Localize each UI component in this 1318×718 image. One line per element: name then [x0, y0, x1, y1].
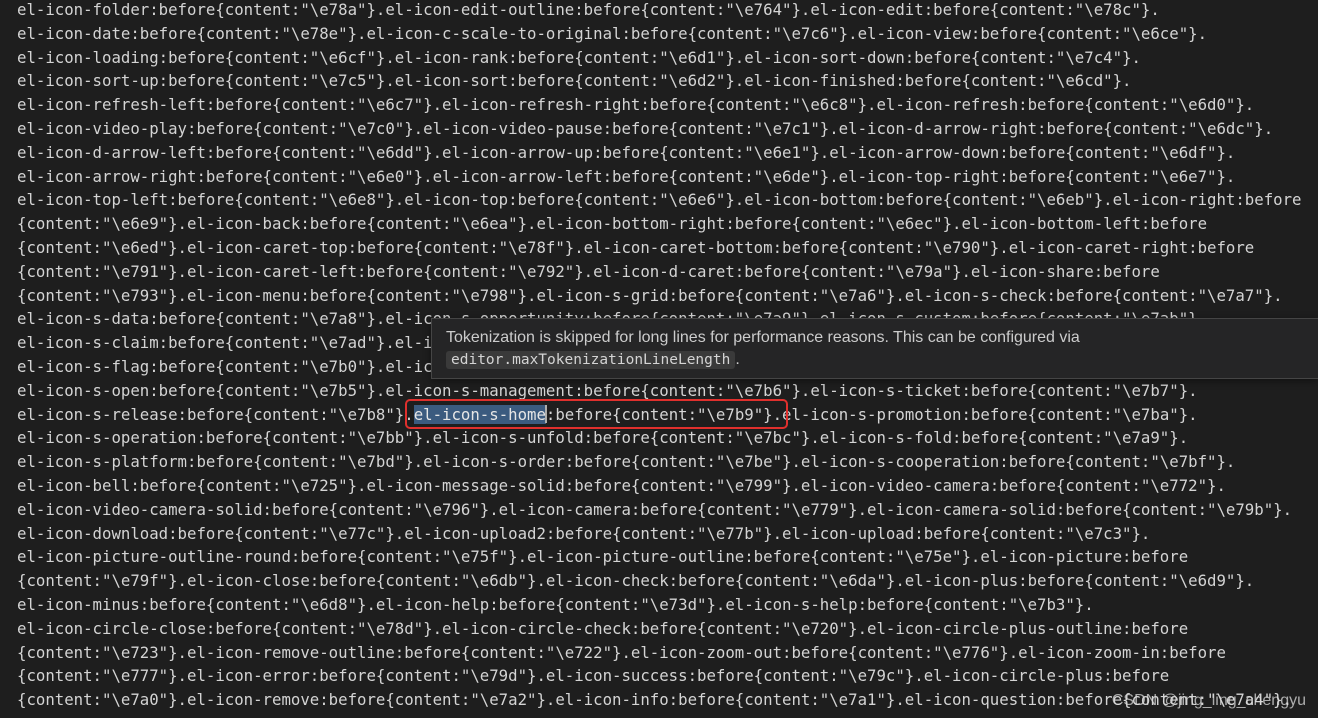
code-line[interactable]: {content:"\e791"}.el-icon-caret-left:bef…	[17, 260, 1318, 284]
code-line[interactable]: el-icon-video-camera-solid:before{conten…	[17, 498, 1318, 522]
code-line[interactable]: el-icon-refresh-left:before{content:"\e6…	[17, 93, 1318, 117]
code-line[interactable]: el-icon-date:before{content:"\e78e"}.el-…	[17, 22, 1318, 46]
hover-message: Tokenization is skipped for long lines f…	[446, 329, 1080, 346]
setting-name-code[interactable]: editor.maxTokenizationLineLength	[446, 351, 736, 369]
code-line[interactable]: el-icon-download:before{content:"\e77c"}…	[17, 522, 1318, 546]
watermark: CSDN @jing_ling_chengyu	[1111, 692, 1306, 709]
hover-suffix: .	[735, 351, 740, 368]
code-line[interactable]: el-icon-loading:before{content:"\e6cf"}.…	[17, 46, 1318, 70]
code-line[interactable]: el-icon-d-arrow-left:before{content:"\e6…	[17, 141, 1318, 165]
code-line[interactable]: {content:"\e6e9"}.el-icon-back:before{co…	[17, 212, 1318, 236]
code-line[interactable]: el-icon-folder:before{content:"\e78a"}.e…	[17, 0, 1318, 22]
code-line[interactable]: el-icon-top-left:before{content:"\e6e8"}…	[17, 188, 1318, 212]
code-line[interactable]: el-icon-picture-outline-round:before{con…	[17, 545, 1318, 569]
code-line[interactable]: el-icon-s-operation:before{content:"\e7b…	[17, 426, 1318, 450]
code-line[interactable]: {content:"\e79f"}.el-icon-close:before{c…	[17, 569, 1318, 593]
code-editor[interactable]: el-icon-folder:before{content:"\e78a"}.e…	[0, 0, 1318, 718]
code-line[interactable]: el-icon-circle-close:before{content:"\e7…	[17, 617, 1318, 641]
hover-setting-row: editor.maxTokenizationLineLength.	[446, 349, 1306, 371]
code-line[interactable]: el-icon-s-platform:before{content:"\e7bd…	[17, 450, 1318, 474]
code-line[interactable]: el-icon-sort-up:before{content:"\e7c5"}.…	[17, 69, 1318, 93]
code-line[interactable]: el-icon-bell:before{content:"\e725"}.el-…	[17, 474, 1318, 498]
code-line[interactable]: {content:"\e793"}.el-icon-menu:before{co…	[17, 284, 1318, 308]
code-line[interactable]: el-icon-video-play:before{content:"\e7c0…	[17, 117, 1318, 141]
code-line[interactable]: {content:"\e777"}.el-icon-error:before{c…	[17, 664, 1318, 688]
code-segment[interactable]: el-icon-s-release:before{content:"\e7b8"…	[17, 405, 414, 424]
code-line[interactable]: {content:"\e723"}.el-icon-remove-outline…	[17, 641, 1318, 665]
code-line[interactable]: el-icon-minus:before{content:"\e6d8"}.el…	[17, 593, 1318, 617]
code-line[interactable]: {content:"\e6ed"}.el-icon-caret-top:befo…	[17, 236, 1318, 260]
code-line[interactable]: el-icon-arrow-right:before{content:"\e6e…	[17, 165, 1318, 189]
hover-tooltip: Tokenization is skipped for long lines f…	[431, 318, 1318, 379]
annotation-highlight-box	[405, 399, 788, 429]
